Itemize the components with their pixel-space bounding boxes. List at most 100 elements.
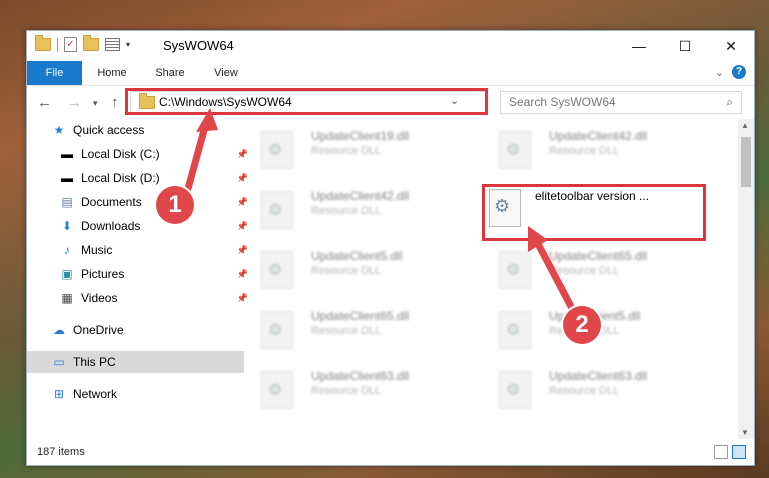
file-item[interactable]: UpdateClient5.dll Resource DLL bbox=[251, 245, 471, 297]
new-folder-icon[interactable] bbox=[83, 35, 99, 51]
dll-file-icon bbox=[261, 191, 293, 229]
nav-label: Documents bbox=[81, 195, 142, 209]
file-type: Resource DLL bbox=[549, 265, 620, 277]
nav-item-pictures[interactable]: ▣ Pictures 📌 bbox=[27, 263, 252, 285]
title-bar: ✓ ▾ SysWOW64 — ☐ ✕ bbox=[27, 31, 754, 61]
file-item[interactable]: UpdateClient65.dll Resource DLL bbox=[251, 305, 471, 357]
highlight-box-address bbox=[125, 88, 488, 115]
help-icon[interactable]: ? bbox=[732, 65, 746, 79]
scrollbar-thumb[interactable] bbox=[741, 137, 751, 187]
nav-quick-access[interactable]: ★ Quick access bbox=[27, 119, 244, 141]
file-list: UpdateClient19.dll Resource DLL UpdateCl… bbox=[227, 119, 736, 439]
file-name: UpdateClient65.dll bbox=[549, 249, 648, 263]
file-type: Resource DLL bbox=[311, 325, 382, 337]
tab-view[interactable]: View bbox=[203, 61, 249, 85]
tab-file[interactable]: File bbox=[27, 61, 82, 85]
recent-locations-chevron-icon[interactable]: ▾ bbox=[93, 98, 98, 109]
back-arrow-icon[interactable]: ← bbox=[37, 94, 52, 111]
nav-item-documents[interactable]: ▤ Documents 📌 bbox=[27, 191, 252, 213]
close-button[interactable]: ✕ bbox=[708, 31, 754, 61]
step-badge-1: 1 bbox=[156, 186, 194, 224]
tab-share[interactable]: Share bbox=[147, 61, 193, 85]
step-badge-2: 2 bbox=[563, 306, 601, 344]
computer-icon: ▭ bbox=[53, 355, 65, 369]
file-type: Resource DLL bbox=[311, 205, 382, 217]
nav-label: Downloads bbox=[81, 219, 141, 233]
nav-label: Quick access bbox=[73, 123, 145, 137]
drive-icon: ▬ bbox=[61, 171, 73, 185]
network-icon: ⊞ bbox=[53, 387, 65, 401]
nav-onedrive[interactable]: ☁ OneDrive bbox=[27, 319, 244, 341]
file-type: Resource DLL bbox=[549, 145, 620, 157]
nav-item-local-disk-c[interactable]: ▬ Local Disk (C:) 📌 bbox=[27, 143, 252, 165]
file-explorer-window: ✓ ▾ SysWOW64 — ☐ ✕ File Home Share View … bbox=[26, 30, 755, 466]
file-name: UpdateClient42.dll bbox=[549, 129, 648, 143]
file-item[interactable]: UpdateClient19.dll Resource DLL bbox=[251, 125, 471, 177]
folder-icon bbox=[35, 35, 51, 51]
file-item[interactable]: UpdateClient63.dll Resource DLL bbox=[489, 365, 709, 417]
address-row: ← → ▾ ↑ C:\Windows\SysWOW64 ⌄ ↻ Search S… bbox=[27, 86, 754, 118]
drive-icon: ▬ bbox=[61, 147, 73, 161]
dll-file-icon bbox=[499, 131, 531, 169]
properties-icon[interactable] bbox=[105, 38, 120, 51]
dll-file-icon bbox=[499, 371, 531, 409]
file-name: UpdateClient19.dll bbox=[311, 129, 410, 143]
ribbon-expand-chevron-icon[interactable]: ⌄ bbox=[715, 66, 724, 79]
details-view-icon[interactable] bbox=[714, 445, 728, 459]
nav-item-videos[interactable]: ▦ Videos 📌 bbox=[27, 287, 252, 309]
file-name: UpdateClient65.dll bbox=[311, 309, 410, 323]
nav-label: Local Disk (D:) bbox=[81, 171, 160, 185]
properties-check-icon[interactable]: ✓ bbox=[64, 37, 77, 52]
nav-label: Local Disk (C:) bbox=[81, 147, 160, 161]
dll-file-icon bbox=[499, 251, 531, 289]
nav-item-local-disk-d[interactable]: ▬ Local Disk (D:) 📌 bbox=[27, 167, 252, 189]
dll-file-icon bbox=[499, 311, 531, 349]
scroll-up-icon[interactable]: ▲ bbox=[741, 121, 749, 130]
forward-arrow-icon[interactable]: → bbox=[67, 94, 82, 111]
search-input[interactable]: Search SysWOW64 ⌕ bbox=[500, 91, 742, 114]
nav-item-music[interactable]: ♪ Music 📌 bbox=[27, 239, 252, 261]
dll-file-icon bbox=[261, 371, 293, 409]
download-icon: ⬇ bbox=[61, 219, 73, 233]
videos-icon: ▦ bbox=[61, 291, 73, 305]
ribbon-controls: ⌄ ? bbox=[715, 65, 746, 79]
dll-file-icon bbox=[261, 311, 293, 349]
search-placeholder: Search SysWOW64 bbox=[509, 95, 616, 109]
nav-label: Music bbox=[81, 243, 113, 257]
highlight-box-file bbox=[482, 184, 706, 241]
file-name: UpdateClient5.dll bbox=[311, 249, 403, 263]
nav-this-pc[interactable]: ▭ This PC bbox=[27, 351, 244, 373]
scroll-down-icon[interactable]: ▼ bbox=[741, 428, 749, 437]
search-icon[interactable]: ⌕ bbox=[726, 95, 733, 110]
navigation-pane: ★ Quick access ▬ Local Disk (C:) 📌 ▬ Loc… bbox=[27, 119, 248, 439]
file-item[interactable]: UpdateClient63.dll Resource DLL bbox=[251, 365, 471, 417]
maximize-button[interactable]: ☐ bbox=[662, 31, 708, 61]
status-bar: 187 items bbox=[27, 439, 754, 465]
pictures-icon: ▣ bbox=[61, 267, 73, 281]
vertical-scrollbar[interactable]: ▲ ▼ bbox=[738, 119, 754, 439]
file-type: Resource DLL bbox=[311, 265, 382, 277]
documents-icon: ▤ bbox=[61, 195, 73, 209]
dll-file-icon bbox=[261, 131, 293, 169]
large-icons-view-icon[interactable] bbox=[732, 445, 746, 459]
file-name: UpdateClient63.dll bbox=[549, 369, 648, 383]
minimize-button[interactable]: — bbox=[616, 31, 662, 61]
toolbar-divider bbox=[57, 37, 58, 52]
file-item[interactable]: UpdateClient65.dll Resource DLL bbox=[489, 245, 709, 297]
tab-home[interactable]: Home bbox=[89, 61, 135, 85]
nav-label: Pictures bbox=[81, 267, 125, 281]
item-count: 187 items bbox=[37, 446, 85, 458]
star-icon: ★ bbox=[53, 123, 65, 137]
file-item[interactable]: UpdateClient42.dll Resource DLL bbox=[489, 125, 709, 177]
nav-network[interactable]: ⊞ Network bbox=[27, 383, 244, 405]
file-type: Resource DLL bbox=[549, 385, 620, 397]
customize-toolbar-chevron-icon[interactable]: ▾ bbox=[126, 40, 130, 49]
up-arrow-icon[interactable]: ↑ bbox=[111, 94, 119, 111]
nav-label: This PC bbox=[73, 355, 116, 369]
nav-item-downloads[interactable]: ⬇ Downloads 📌 bbox=[27, 215, 252, 237]
file-item[interactable]: UpdateClient42.dll Resource DLL bbox=[251, 185, 471, 237]
quick-access-toolbar: ✓ ▾ bbox=[35, 35, 130, 52]
ribbon: File Home Share View ⌄ ? bbox=[27, 61, 754, 86]
nav-label: Videos bbox=[81, 291, 118, 305]
view-switcher bbox=[714, 445, 746, 459]
